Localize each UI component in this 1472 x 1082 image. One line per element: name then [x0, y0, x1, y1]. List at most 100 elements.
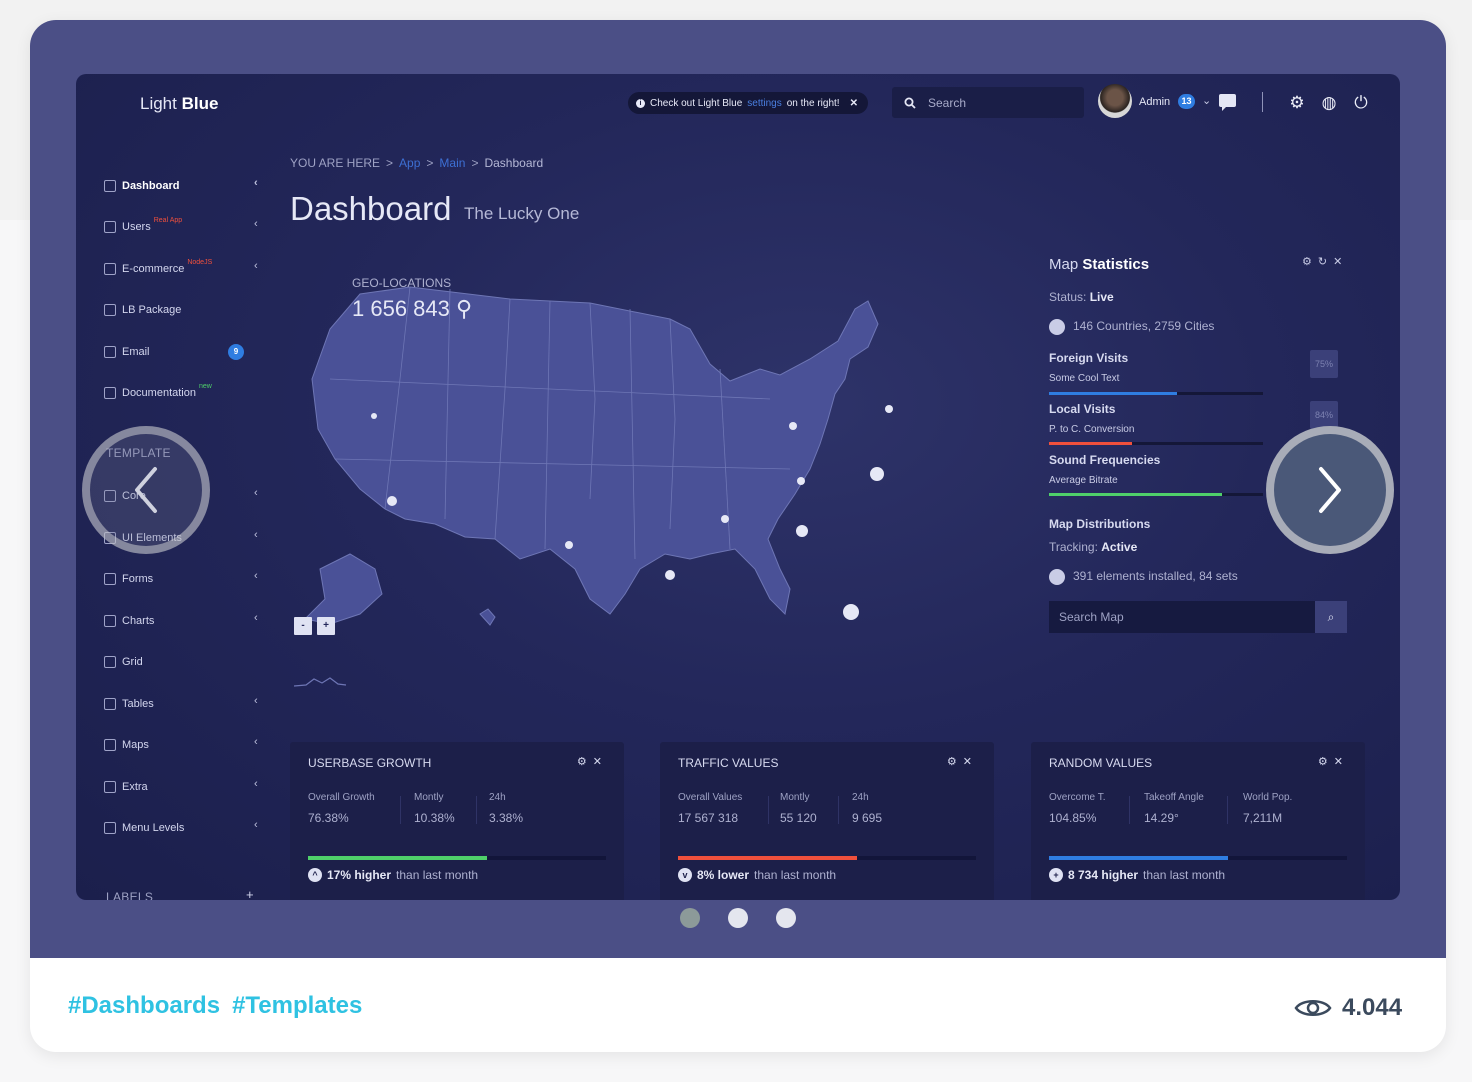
progress-bar	[308, 856, 606, 860]
sidebar-item-users[interactable]: Users Real App ‹	[104, 217, 264, 237]
local-visits-pct: 84%	[1310, 401, 1338, 429]
carousel-next-button[interactable]	[1266, 426, 1394, 554]
sidebar-item-extra[interactable]: Extra ‹	[104, 777, 264, 797]
breadcrumb: YOU ARE HERE > App > Main > Dashboard	[290, 156, 544, 170]
foreign-visits-sub: Some Cool Text	[1049, 373, 1120, 384]
carousel-prev-button[interactable]	[82, 426, 210, 554]
close-icon: ✕	[962, 756, 978, 768]
local-visits-heading: Local Visits	[1049, 402, 1116, 416]
chevron-left-icon	[135, 467, 157, 513]
map-icon	[104, 739, 116, 751]
geo-locations-label: GEO-LOCATIONS	[352, 276, 452, 290]
widget-stat: Overcome T. 104.85%	[1049, 792, 1106, 825]
logo: Light Blue	[140, 94, 219, 113]
eye-icon	[1294, 1000, 1332, 1016]
widget-title: RANDOM VALUES	[1049, 756, 1153, 770]
gear-icon[interactable]: ⚙	[1287, 93, 1307, 113]
map-status: Status: Live	[1049, 290, 1114, 304]
view-count: 4.044	[1294, 994, 1402, 1022]
search-icon	[904, 97, 916, 109]
sidebar-item-charts[interactable]: Charts ‹	[104, 611, 264, 631]
table-icon	[104, 698, 116, 710]
sidebar-item-email[interactable]: Email 9	[104, 342, 264, 362]
search-bar[interactable]	[892, 87, 1084, 118]
widget-tools[interactable]: ⚙✕	[1318, 755, 1349, 768]
us-map[interactable]	[290, 269, 910, 649]
chevron-right-icon	[1319, 467, 1341, 513]
tag-link[interactable]: #Dashboards	[68, 992, 220, 1020]
sidebar-item-grid[interactable]: Grid	[104, 652, 264, 672]
widget-random-values: RANDOM VALUES ⚙✕ Overcome T. 104.85% Take…	[1031, 742, 1365, 900]
chat-icon[interactable]	[1219, 94, 1236, 111]
breadcrumb-main[interactable]: Main	[439, 156, 465, 170]
chevron-left-icon: ‹	[254, 736, 258, 748]
sidebar-item-maps[interactable]: Maps ‹	[104, 735, 264, 755]
sidebar-item-documentation[interactable]: Documentation new	[104, 383, 264, 403]
sidebar-item-tables[interactable]: Tables ‹	[104, 694, 264, 714]
chevron-left-icon: ‹	[254, 695, 258, 707]
sidebar-item-ecommerce[interactable]: E-commerce NodeJS ‹	[104, 259, 264, 279]
gear-icon: ⚙	[1302, 256, 1318, 268]
chevron-left-icon: ‹	[254, 570, 258, 582]
notice-banner[interactable]: i Check out Light Blue settings on the r…	[628, 92, 868, 114]
progress-bar	[678, 856, 976, 860]
search-icon: ⌕	[1327, 610, 1335, 624]
widget-stat: Takeoff Angle 14.29°	[1144, 792, 1204, 825]
user-name[interactable]: Admin	[1139, 96, 1170, 108]
widget-tools[interactable]: ⚙✕	[947, 755, 978, 768]
sidebar-item-lb-package[interactable]: LB Package	[104, 300, 264, 320]
widget-title: USERBASE GROWTH	[308, 756, 432, 770]
avatar[interactable]	[1098, 84, 1132, 118]
page-title: Dashboard	[290, 190, 452, 227]
real-app-tag: Real App	[153, 217, 183, 224]
breadcrumb-app[interactable]: App	[399, 156, 420, 170]
add-label-button[interactable]: +	[246, 887, 254, 900]
globe-icon[interactable]: ◍	[1319, 93, 1339, 113]
info-icon: i	[636, 98, 645, 108]
labels-heading: LABELS	[106, 890, 154, 900]
elements-line: 391 elements installed, 84 sets	[1049, 569, 1238, 585]
divider	[476, 796, 477, 824]
divider	[1227, 796, 1228, 824]
map-distributions-heading: Map Distributions	[1049, 517, 1151, 531]
sidebar-item-forms[interactable]: Forms ‹	[104, 569, 264, 589]
close-icon: ✕	[1333, 256, 1349, 268]
widget-stat: Overall Values 17 567 318	[678, 792, 743, 825]
database-icon	[104, 304, 116, 316]
tag-link[interactable]: #Templates	[232, 992, 362, 1020]
search-map-input[interactable]	[1049, 601, 1315, 633]
sound-frequencies-bar	[1049, 493, 1263, 496]
carousel-dot[interactable]	[728, 908, 748, 928]
search-map-button[interactable]: ⌕	[1315, 601, 1347, 633]
new-tag: new	[199, 383, 212, 390]
search-input[interactable]	[928, 95, 1068, 110]
widget-tools[interactable]: ⚙✕	[577, 755, 608, 768]
form-icon	[104, 573, 116, 585]
widget-stat: Montly 10.38%	[414, 792, 455, 825]
foreign-visits-bar	[1049, 392, 1263, 395]
sidebar-item-menu-levels[interactable]: Menu Levels ‹	[104, 818, 264, 838]
diamond-icon	[104, 263, 116, 275]
zoom-in-button[interactable]: +	[317, 617, 335, 635]
carousel-dot[interactable]	[776, 908, 796, 928]
grid-icon	[104, 656, 116, 668]
widget-stat: World Pop. 7,211M	[1243, 792, 1293, 825]
sidebar-item-dashboard[interactable]: Dashboard ‹	[104, 176, 264, 196]
widget-traffic-values: TRAFFIC VALUES ⚙✕ Overall Values 17 567 3…	[660, 742, 994, 900]
settings-link[interactable]: settings	[747, 98, 781, 109]
close-icon[interactable]: ✕	[850, 98, 858, 109]
showcase-card[interactable]: Light Blue i Check out Light Blue settin…	[30, 20, 1446, 1052]
chevron-down-icon[interactable]: ⌄	[1202, 94, 1211, 107]
map-pin-icon: ⚲	[456, 296, 473, 321]
folder-icon	[104, 822, 116, 834]
geo-locations-value: 1 656 843 ⚲	[352, 296, 473, 321]
widget-stat: 24h 9 695	[852, 792, 883, 825]
widget-tools[interactable]: ⚙↻✕	[1302, 255, 1348, 268]
widget-userbase-growth: USERBASE GROWTH ⚙✕ Overall Growth 76.38% …	[290, 742, 624, 900]
countries-line: 146 Countries, 2759 Cities	[1049, 319, 1214, 335]
carousel-dot[interactable]	[680, 908, 700, 928]
home-icon	[104, 180, 116, 192]
widget-footer: ^ 17% higher than last month	[308, 868, 478, 882]
power-icon[interactable]: ⏻	[1351, 93, 1371, 113]
zoom-out-button[interactable]: -	[294, 617, 312, 635]
